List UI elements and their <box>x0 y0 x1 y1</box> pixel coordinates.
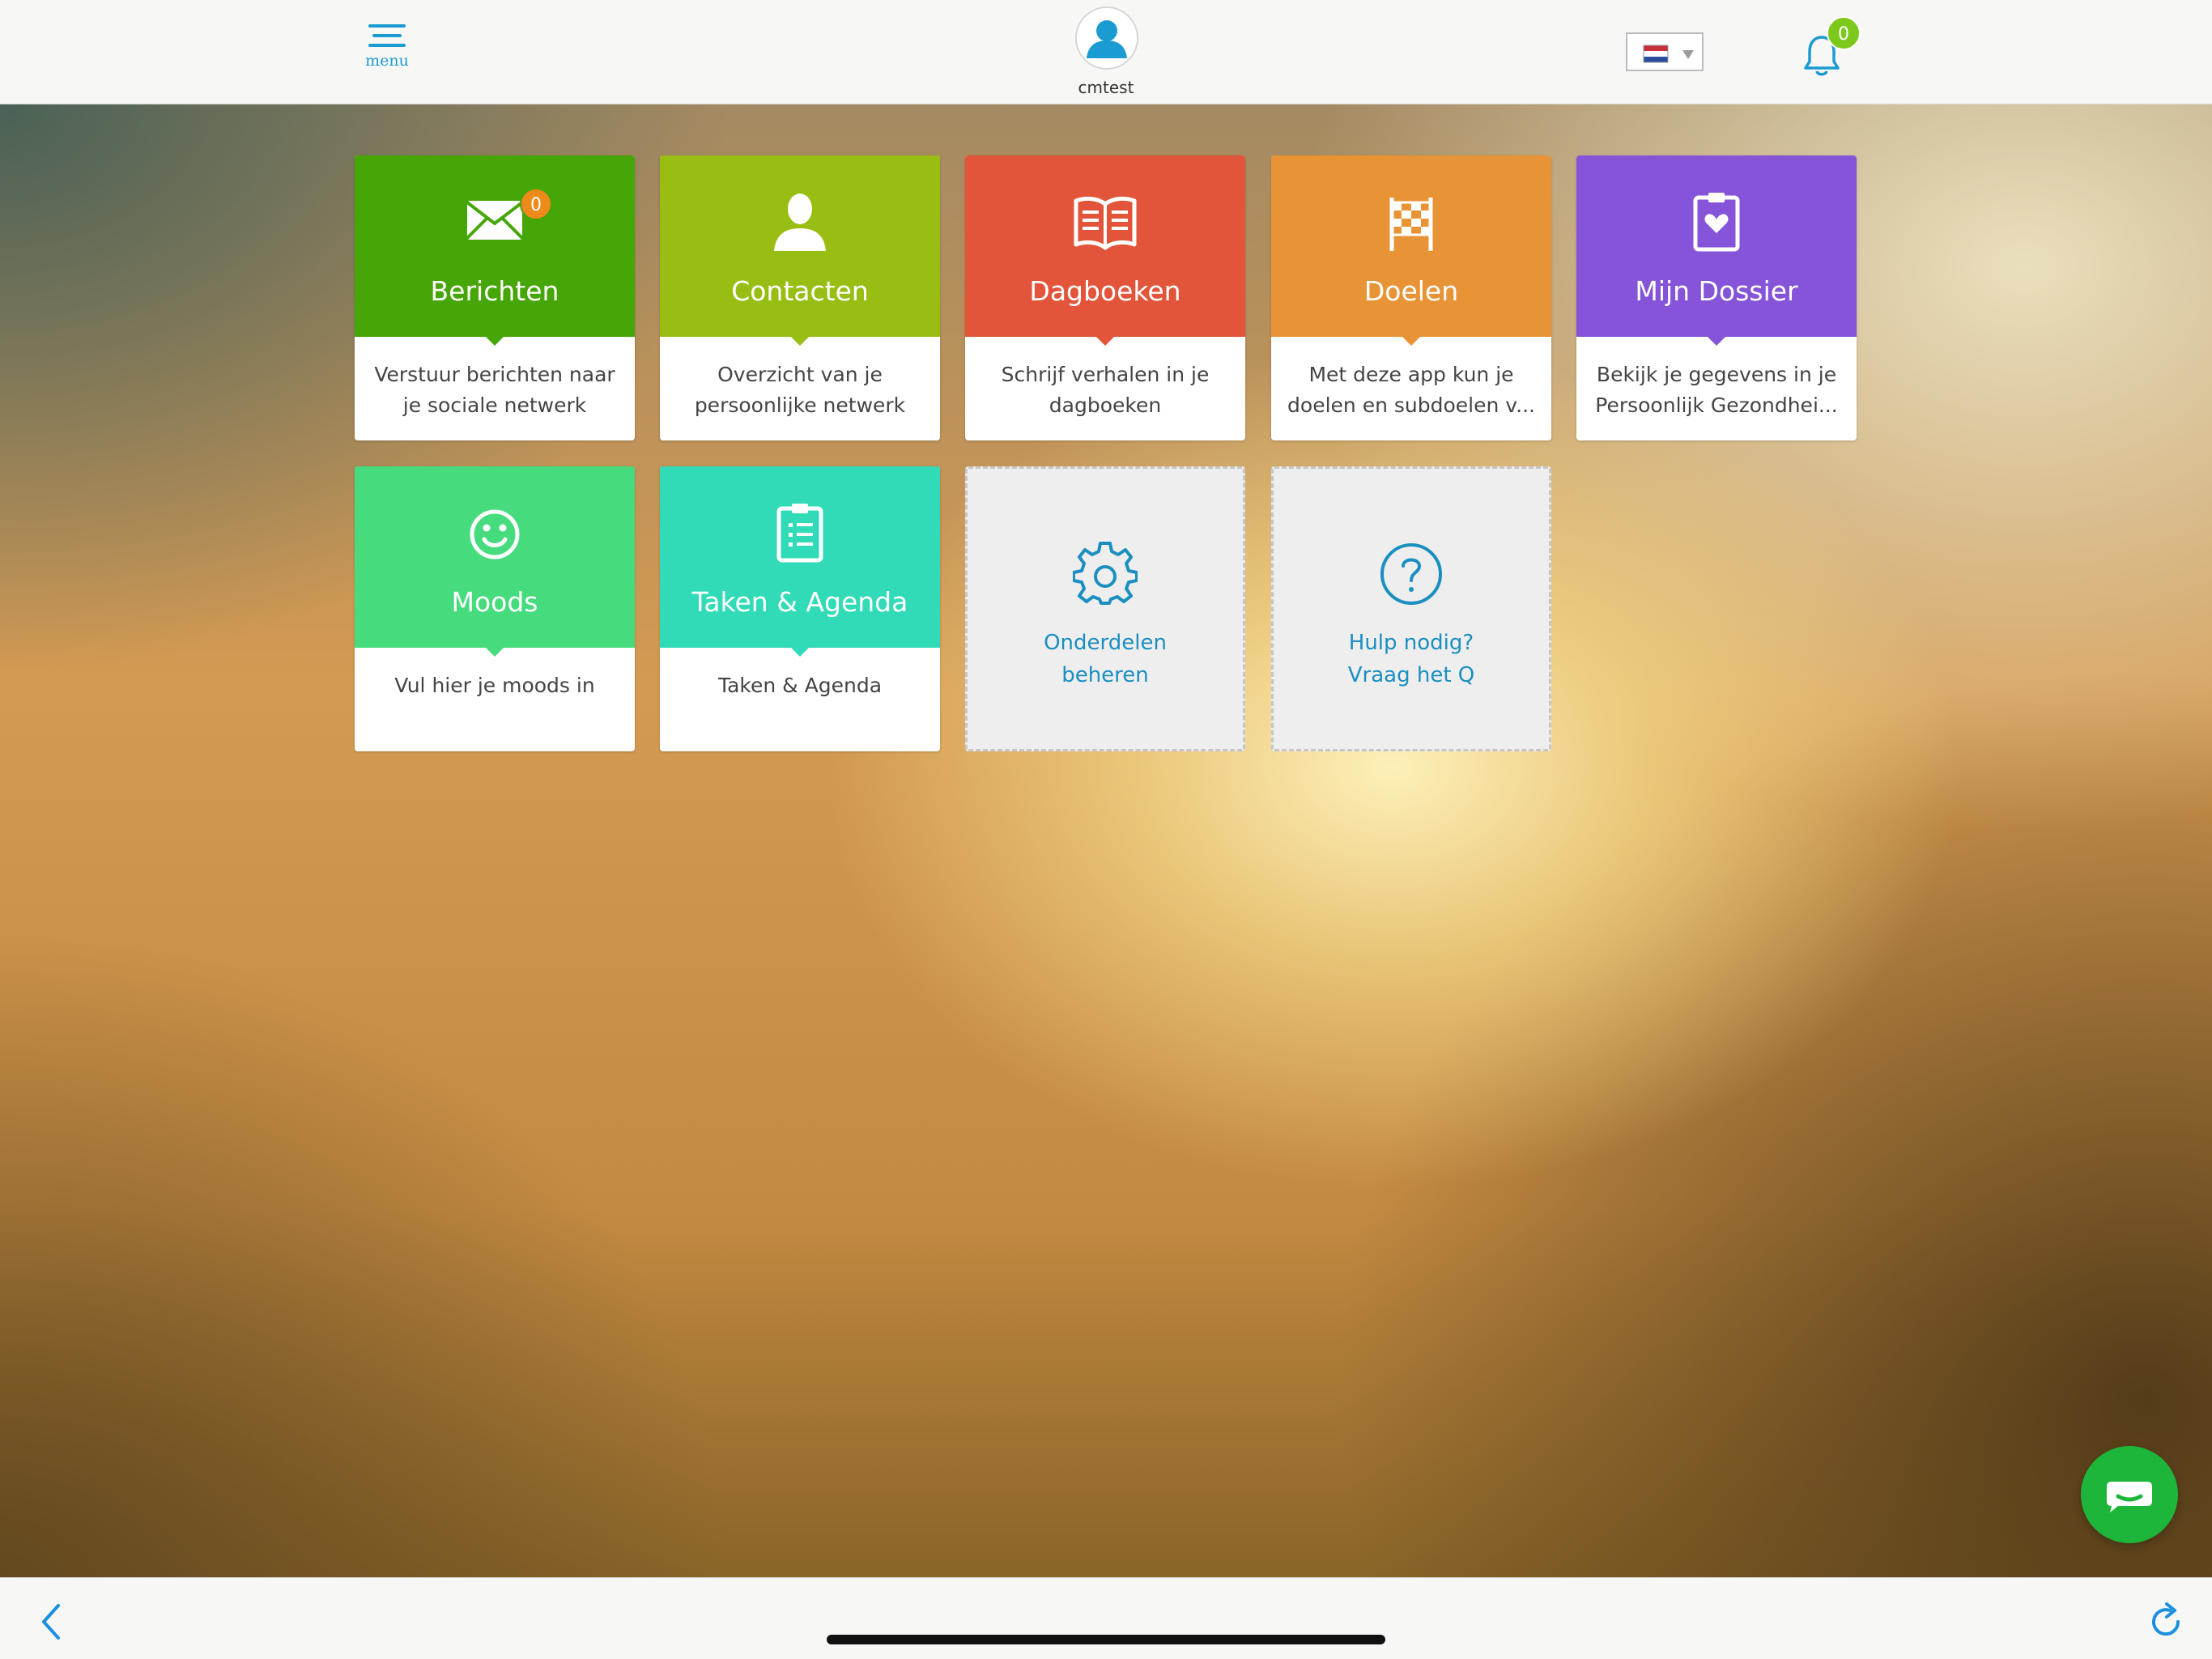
person-icon <box>774 194 826 251</box>
manage-label: Onderdelen beheren <box>1044 631 1167 687</box>
notification-badge: 0 <box>1827 16 1861 50</box>
tile-title: Taken & Agenda <box>691 586 908 618</box>
tile-header: Doelen <box>1271 155 1551 346</box>
help-label: Hulp nodig? Vraag het Q <box>1347 631 1475 687</box>
chevron-down-icon <box>1682 50 1694 59</box>
tile-title: Dagboeken <box>1029 275 1181 307</box>
language-select[interactable] <box>1626 32 1704 71</box>
tile-contacten[interactable]: Contacten Overzicht van je persoonlijke … <box>660 155 940 440</box>
tile-description: Overzicht van je persoonlijke netwerk <box>694 363 906 417</box>
tile-header: Dagboeken <box>965 155 1245 346</box>
tile-berichten[interactable]: 0 Berichten Verstuur berichten naar je s… <box>355 155 635 440</box>
tile-header: Mijn Dossier <box>1576 155 1857 346</box>
tile-header: Moods <box>355 466 635 657</box>
clipboard-heart-icon <box>1693 193 1740 252</box>
tile-manage-items[interactable]: Onderdelen beheren <box>965 466 1245 751</box>
tile-description: Taken & Agenda <box>717 674 883 697</box>
avatar[interactable] <box>1075 6 1138 70</box>
tile-title: Mijn Dossier <box>1635 275 1798 307</box>
tile-title: Berichten <box>430 275 559 307</box>
tile-header: Contacten <box>660 155 940 346</box>
tile-description: Vul hier je moods in <box>394 674 595 697</box>
tile-description: Met deze app kun je doelen en subdoelen … <box>1287 363 1535 417</box>
book-icon <box>1074 196 1137 250</box>
tile-title: Doelen <box>1363 275 1459 307</box>
menu-button[interactable]: menu <box>355 24 419 81</box>
chat-bubble-icon <box>2107 1482 2152 1512</box>
tile-description: Bekijk je gegevens in je Persoonlijk Gez… <box>1595 363 1838 417</box>
gear-icon <box>1073 542 1138 605</box>
username: cmtest <box>1078 78 1134 97</box>
smiley-icon <box>470 509 520 559</box>
checkered-flag-icon <box>1389 198 1433 251</box>
hamburger-icon <box>355 24 419 47</box>
menu-label: menu <box>365 52 409 70</box>
question-icon <box>1380 543 1442 605</box>
back-icon[interactable] <box>36 1602 68 1641</box>
tile-taken-agenda[interactable]: Taken & Agenda Taken & Agenda <box>660 466 940 751</box>
tile-help[interactable]: Hulp nodig? Vraag het Q <box>1271 466 1551 751</box>
top-bar: menu cmtest 0 <box>0 0 2212 104</box>
message-count-badge: 0 <box>520 188 552 220</box>
tile-title: Contacten <box>731 275 869 307</box>
tile-doelen[interactable]: Doelen Met deze app kun je doelen en sub… <box>1271 155 1551 440</box>
tile-dagboeken[interactable]: Dagboeken Schrijf verhalen in je dagboek… <box>965 155 1245 440</box>
tile-moods[interactable]: Moods Vul hier je moods in <box>355 466 635 751</box>
refresh-icon[interactable] <box>2146 1601 2186 1641</box>
tile-title: Moods <box>451 586 538 618</box>
clipboard-list-icon <box>776 504 823 563</box>
tile-description: Schrijf verhalen in je dagboeken <box>1001 363 1210 417</box>
tile-mijn-dossier[interactable]: Mijn Dossier Bekijk je gegevens in je Pe… <box>1576 155 1857 440</box>
envelope-icon <box>466 201 524 240</box>
dutch-flag-icon <box>1643 45 1694 63</box>
tile-header: Taken & Agenda <box>660 466 940 657</box>
user-icon <box>1087 20 1127 58</box>
bottom-bar <box>0 1577 2212 1659</box>
home-indicator <box>827 1635 1385 1644</box>
chat-button[interactable] <box>2081 1446 2178 1543</box>
tile-description: Verstuur berichten naar je sociale netwe… <box>374 363 615 417</box>
tile-header: 0 Berichten <box>355 155 635 346</box>
